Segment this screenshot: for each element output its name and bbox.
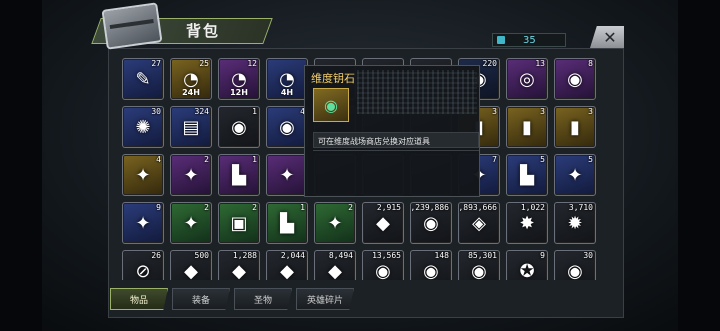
tooltip-title: 维度钥石 [311,72,355,85]
item-count: 9 [156,203,161,212]
tab-equipment[interactable]: 装备 [172,288,230,310]
item-count: 2,044 [280,251,305,260]
item-count: 27 [151,59,161,68]
item-count: 500 [194,251,209,260]
inventory-slot[interactable]: ✦ 5 [554,154,596,196]
inventory-slot[interactable]: ◎ 13 [506,58,548,100]
tooltip-divider [313,150,479,151]
item-count: 2 [204,203,209,212]
item-count: 1 [252,107,257,116]
page-title: 背包 [186,22,221,40]
item-count: 85,301 [468,251,497,260]
category-tabs: 物品 装备 圣物 英雄碎片 [110,288,354,310]
item-count: 5 [540,155,545,164]
inventory-slot[interactable]: ◉ 13,565 [362,250,404,280]
inventory-slot[interactable]: ◔ 12 12H [218,58,260,100]
capacity-value: 35 [523,34,536,46]
inventory-slot[interactable]: ◔ 4H [266,58,308,100]
right-edge [678,0,720,331]
tab-relics[interactable]: 圣物 [234,288,292,310]
item-count: 324 [194,107,209,116]
inventory-slot[interactable]: ▙ 5 [506,154,548,196]
item-count: 148 [434,251,449,260]
item-count: 3 [540,107,545,116]
item-count: 3,710 [568,203,593,212]
bag-capacity-icon [497,36,505,44]
item-count: 26 [151,251,161,260]
inventory-slot[interactable]: ✹ 3,710 [554,202,596,244]
item-count: 13 [535,59,545,68]
inventory-slot[interactable]: ◆ 2,915 [362,202,404,244]
item-count: 9 [540,251,545,260]
item-count: 2 [204,155,209,164]
item-count: 30 [151,107,161,116]
inventory-slot[interactable]: ▤ 324 [170,106,212,148]
inventory-slot[interactable]: ✎ 27 [122,58,164,100]
item-count: 13,565 [372,251,401,260]
inventory-slot[interactable]: ▙ 1 [266,202,308,244]
tab-items[interactable]: 物品 [110,288,168,310]
inventory-slot[interactable]: ◉ 8 [554,58,596,100]
inventory-slot[interactable]: ◉ 1 [218,106,260,148]
inventory-slot[interactable]: ▮3 [554,106,596,148]
item-count: 2,915 [376,203,401,212]
inventory-slot[interactable]: ◈94,893,666 [458,202,500,244]
key-stone-icon: ◉ [313,88,349,122]
item-count: 2 [252,203,257,212]
item-icon: ✦ [279,164,295,186]
inventory-slot[interactable]: ◆ 2,044 [266,250,308,280]
item-count: 94,893,666 [458,203,497,212]
inventory-slot[interactable]: ✦ 2 [170,202,212,244]
item-count: 5 [588,155,593,164]
inventory-slot[interactable]: ✦ 2 [314,202,356,244]
item-count: 12 [247,59,257,68]
item-count: 1 [300,203,305,212]
inventory-slot[interactable]: ✦ 4 [122,154,164,196]
inventory-slot[interactable]: ◉ 148 [410,250,452,280]
item-count: 4 [156,155,161,164]
inventory-slot[interactable]: ▮3 [506,106,548,148]
inventory-slot[interactable]: ◉ 85,301 [458,250,500,280]
item-duration-label: 12H [230,88,248,97]
inventory-slot[interactable]: ✸ 1,022 [506,202,548,244]
item-count: 8,494 [328,251,353,260]
item-count: 1 [252,155,257,164]
item-count: 10,239,886 [410,203,449,212]
inventory-slot[interactable]: ✦ 2 [170,154,212,196]
tab-hero-shards[interactable]: 英雄碎片 [296,288,354,310]
inventory-slot[interactable]: ✦ [266,154,308,196]
item-count: 8 [588,59,593,68]
inventory-slot[interactable]: ◔ 25 24H [170,58,212,100]
item-count: 1,022 [520,203,545,212]
item-duration-label: 24H [182,88,200,97]
item-count: 3 [588,107,593,116]
inventory-slot[interactable]: ✦ 9 [122,202,164,244]
item-count: 30 [583,251,593,260]
item-count: 3 [492,107,497,116]
chest-icon [101,2,163,50]
inventory-slot[interactable]: ◉ 30 [554,250,596,280]
inventory-slot[interactable]: ◆ 1,288 [218,250,260,280]
inventory-slot[interactable]: ✺ 30 [122,106,164,148]
inventory-slot[interactable]: ✪ 9 [506,250,548,280]
capacity-indicator: 35 [492,33,566,47]
item-count: 25 [199,59,209,68]
inventory-slot[interactable]: ⊘ 26 [122,250,164,280]
tooltip-description: 可在维度战场商店兑换对应道具 [313,132,479,148]
left-edge [0,0,42,331]
inventory-slot[interactable]: ▙ 1 [218,154,260,196]
inventory-slot[interactable]: ◉10,239,886 [410,202,452,244]
item-count: 7 [492,155,497,164]
item-tooltip: 维度钥石 ◉ 可在维度战场商店兑换对应道具 [304,65,480,197]
tooltip-pattern [357,70,477,114]
inventory-slot[interactable]: ▣ 2 [218,202,260,244]
inventory-slot[interactable]: ◆ 500 [170,250,212,280]
close-icon: ✕ [603,27,617,47]
inventory-slot[interactable]: ◆ 8,494 [314,250,356,280]
item-count: 2 [348,203,353,212]
inventory-slot[interactable]: ◉ 4 [266,106,308,148]
item-count: 1,288 [232,251,257,260]
item-duration-label: 4H [280,88,294,97]
item-count: 220 [482,59,497,68]
